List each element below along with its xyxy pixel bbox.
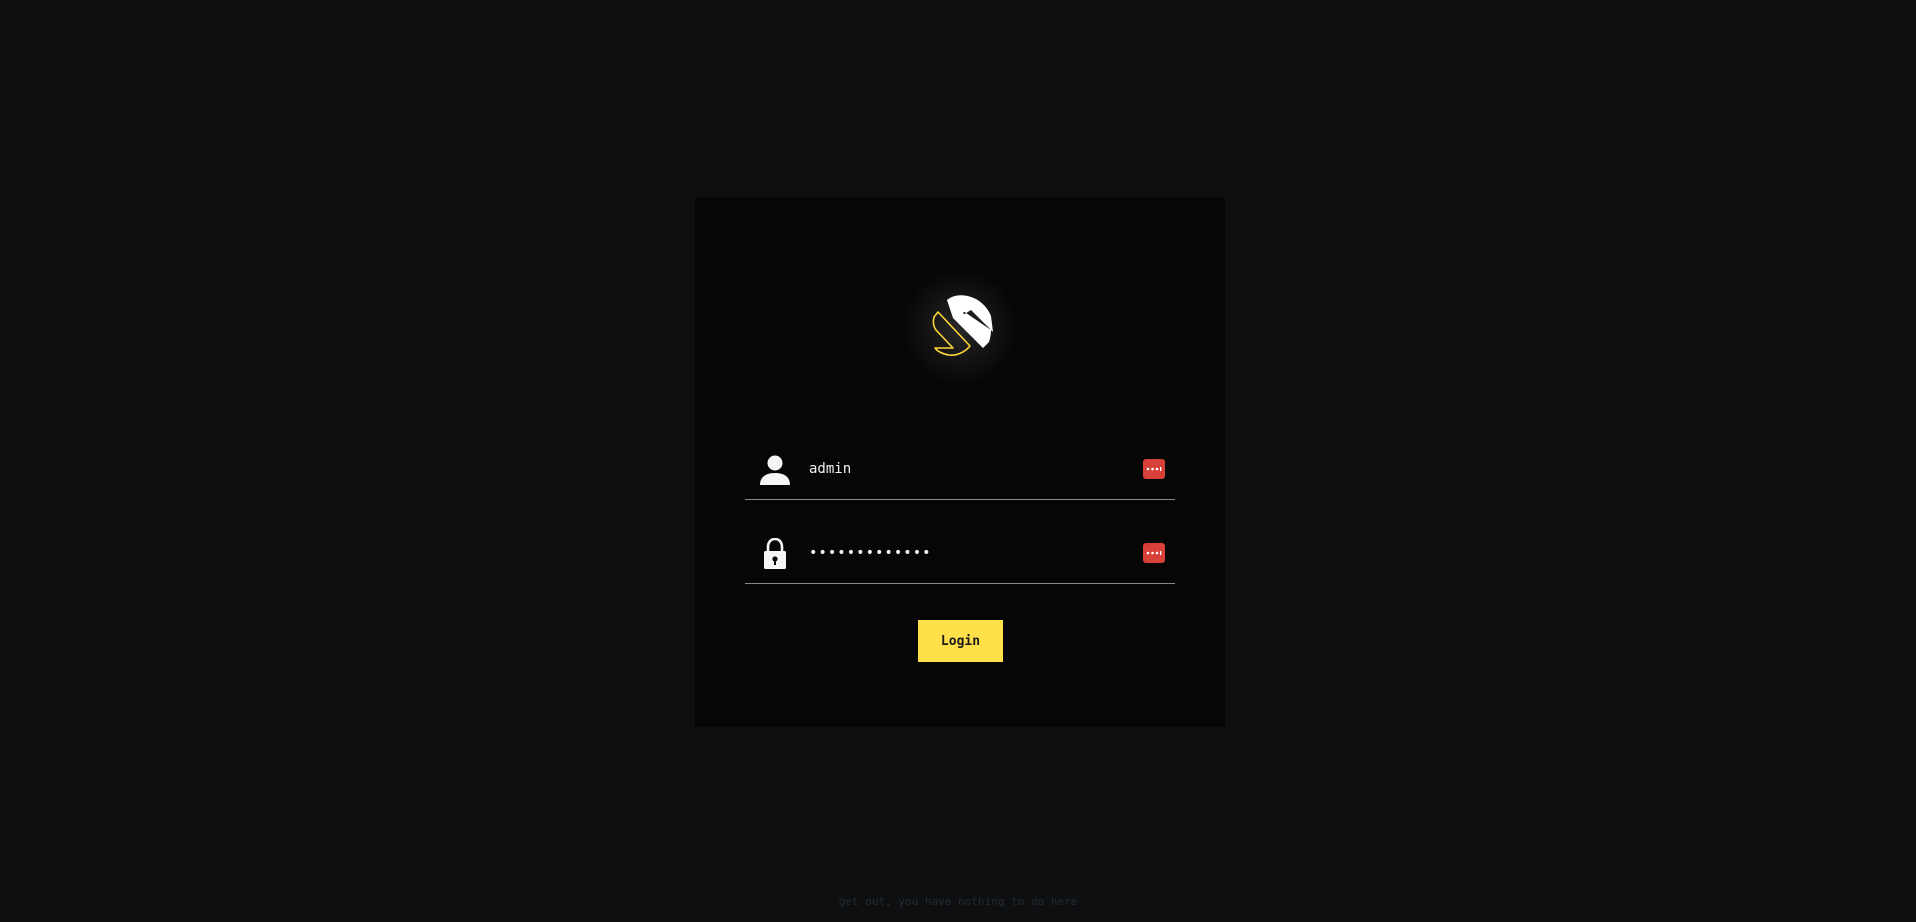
user-icon bbox=[760, 455, 790, 485]
password-field bbox=[745, 524, 1175, 584]
login-button[interactable]: Login bbox=[918, 620, 1003, 662]
password-manager-icon[interactable] bbox=[1143, 543, 1165, 563]
login-page: Login get out, you have nothing to do he… bbox=[0, 0, 1916, 922]
footer-text: get out, you have nothing to do here bbox=[838, 895, 1078, 908]
password-input[interactable] bbox=[809, 536, 1129, 570]
password-manager-icon[interactable] bbox=[1143, 459, 1165, 479]
username-field bbox=[745, 440, 1175, 500]
lock-icon bbox=[764, 538, 786, 569]
username-input[interactable] bbox=[809, 452, 1129, 486]
login-card: Login bbox=[695, 197, 1225, 727]
logo-glow bbox=[900, 267, 1020, 387]
app-logo-icon bbox=[932, 295, 993, 356]
